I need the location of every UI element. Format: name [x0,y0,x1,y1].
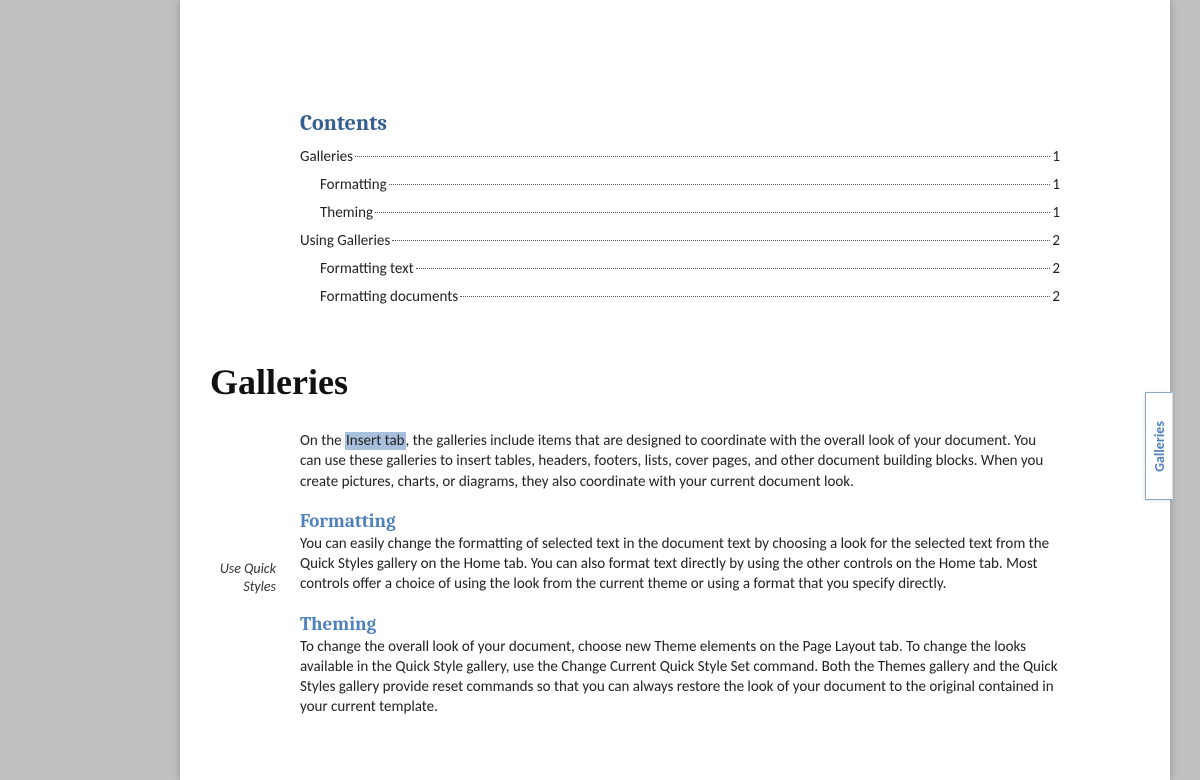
toc-leader [375,212,1050,213]
toc-label: Galleries [300,148,353,166]
subheading-theming: Theming [300,613,1060,635]
theming-paragraph: To change the overall look of your docum… [300,637,1060,718]
toc-label: Formatting documents [320,288,458,306]
toc-page: 1 [1052,176,1060,194]
toc-leader [392,240,1050,241]
toc-entry[interactable]: Using Galleries 2 [300,232,1060,250]
toc-leader [460,296,1050,297]
toc-entry[interactable]: Galleries 1 [300,148,1060,166]
toc-label: Formatting text [320,260,414,278]
toc-label: Using Galleries [300,232,390,250]
toc-leader [355,156,1050,157]
side-tab-label: Galleries [1151,421,1168,472]
toc-page: 2 [1052,232,1060,250]
text-segment: , the galleries include items that are d… [300,432,1043,491]
toc-entry[interactable]: Formatting text 2 [300,260,1060,278]
heading-galleries: Galleries [210,361,1060,403]
toc-page: 2 [1052,288,1060,306]
toc-page: 2 [1052,260,1060,278]
toc-entry[interactable]: Formatting documents 2 [300,288,1060,306]
formatting-paragraph: You can easily change the formatting of … [300,534,1060,595]
content-area: Contents Galleries 1 Formatting 1 Themin… [300,110,1060,718]
toc-leader [416,268,1051,269]
toc-page: 1 [1052,204,1060,222]
toc-leader [389,184,1051,185]
highlighted-text: Insert tab [345,432,406,450]
toc-entry[interactable]: Formatting 1 [300,176,1060,194]
margin-note: Use Quick Styles [196,560,276,596]
document-page: Use Quick Styles Contents Galleries 1 Fo… [180,0,1170,780]
toc-label: Formatting [320,176,387,194]
toc-entry[interactable]: Theming 1 [300,204,1060,222]
subheading-formatting: Formatting [300,510,1060,532]
toc-label: Theming [320,204,373,222]
intro-paragraph: On the Insert tab, the galleries include… [300,431,1060,492]
side-tab-galleries[interactable]: Galleries [1145,392,1173,500]
toc-title: Contents [300,110,1060,136]
toc-page: 1 [1052,148,1060,166]
text-segment: On the [300,432,345,450]
